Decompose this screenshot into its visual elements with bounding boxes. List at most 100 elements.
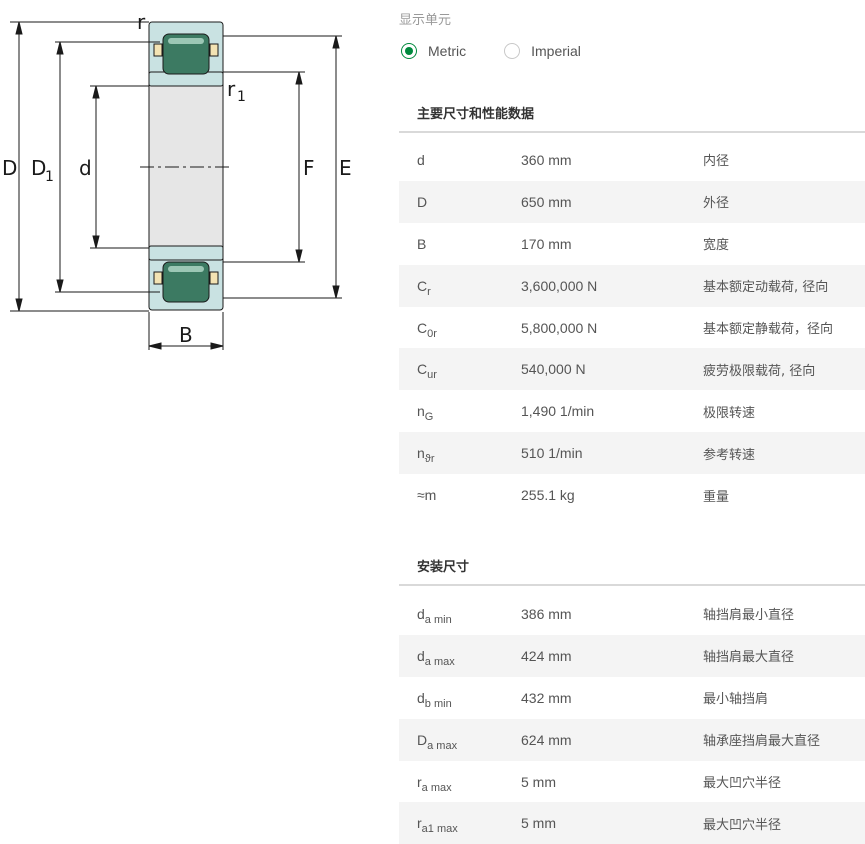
label-E: E xyxy=(339,156,352,180)
table-row: B 170 mm 宽度 xyxy=(399,223,865,265)
label-r1: r xyxy=(227,77,236,101)
symbol-subscript: a1 max xyxy=(421,823,458,836)
radio-checked-dot xyxy=(405,47,413,55)
description-cell: 内径 xyxy=(703,154,730,170)
label-B: B xyxy=(179,323,193,347)
description-cell: 基本额定静载荷，径向 xyxy=(703,322,834,337)
table-row: nG 1,490 1/min 极限转速 xyxy=(399,390,865,432)
symbol-cell: Da max xyxy=(399,731,521,752)
table-row: C0r 5,800,000 N 基本额定静载荷，径向 xyxy=(399,307,865,349)
cage-top-left xyxy=(153,43,163,57)
mount-dims-title: 安装尺寸 xyxy=(399,550,865,586)
symbol-cell: d xyxy=(399,152,521,168)
symbol-main: d xyxy=(417,647,425,664)
description-cell: 最大凹穴半径 xyxy=(703,776,782,791)
symbol-cell: C0r xyxy=(399,320,521,340)
symbol-cell: da max xyxy=(399,647,521,668)
symbol-subscript: G xyxy=(424,411,434,424)
description-cell: 轴承座挡肩最大直径 xyxy=(703,734,821,750)
unit-selector: Metric Imperial xyxy=(401,39,619,63)
symbol-main: d xyxy=(417,605,425,622)
roller-bottom-highlight xyxy=(168,266,204,272)
symbol-cell: nG xyxy=(399,403,521,423)
symbol-subscript: ϑr xyxy=(424,453,435,466)
radio-metric-circle[interactable] xyxy=(401,43,417,59)
bearing-cross-section: r r 1 D D 1 d F E B xyxy=(2,10,352,350)
table-row: ≈m 255.1 kg 重量 xyxy=(399,474,865,516)
symbol-cell: ≈m xyxy=(399,487,521,503)
label-D: D xyxy=(2,156,17,180)
symbol-main: D xyxy=(417,731,428,748)
radio-imperial-label[interactable]: Imperial xyxy=(531,43,581,59)
symbol-main: B xyxy=(417,235,427,252)
symbol-main: D xyxy=(417,193,428,210)
radio-imperial[interactable]: Imperial xyxy=(504,43,581,59)
value-cell: 5 mm xyxy=(521,773,556,790)
description-cell: 极限转速 xyxy=(703,405,756,421)
table-row: d 360 mm 内径 xyxy=(399,139,865,181)
label-r: r xyxy=(137,10,146,34)
label-F: F xyxy=(303,156,315,180)
table-row: da max 424 mm 轴挡肩最大直径 xyxy=(399,634,865,677)
description-cell: 轴挡肩最大直径 xyxy=(703,650,795,666)
value-cell: 540,000 N xyxy=(521,361,586,378)
symbol-cell: B xyxy=(399,236,521,252)
table-row: db min 432 mm 最小轴挡肩 xyxy=(399,677,865,719)
symbol-main: C xyxy=(417,361,428,378)
radio-imperial-circle[interactable] xyxy=(504,43,521,59)
value-cell: 624 mm xyxy=(521,731,572,748)
symbol-main: r xyxy=(417,773,422,790)
symbol-subscript: a max xyxy=(424,655,455,668)
table-row: da min 386 mm 轴挡肩最小直径 xyxy=(399,593,865,635)
description-cell: 参考转速 xyxy=(703,447,756,463)
symbol-subscript: 0r xyxy=(427,327,437,340)
symbol-subscript: a max xyxy=(421,781,452,794)
inner-ring-bottom xyxy=(148,245,224,261)
description-cell: 外径 xyxy=(703,196,730,212)
bearing-drawing: r r 1 D D 1 d F E B xyxy=(0,0,380,360)
value-cell: 360 mm xyxy=(521,151,572,168)
table-row: Da max 624 mm 轴承座挡肩最大直径 xyxy=(399,718,865,761)
symbol-main: r xyxy=(417,815,422,832)
symbol-cell: db min xyxy=(399,690,521,710)
value-cell: 5,800,000 N xyxy=(521,319,598,336)
main-dims-table: d 360 mm 内径 D 650 mm 外径 B 170 mm 宽度 Cr 3,600,000 N… xyxy=(399,139,865,516)
radio-metric[interactable]: Metric xyxy=(401,43,466,59)
table-row: nϑr 510 1/min 参考转速 xyxy=(399,432,865,475)
symbol-subscript: b min xyxy=(424,697,452,710)
value-cell: 5 mm xyxy=(521,815,556,832)
bore-area xyxy=(148,83,224,249)
value-cell: 432 mm xyxy=(521,689,572,706)
symbol-subscript: a max xyxy=(427,739,458,752)
description-cell: 最大凹穴半径 xyxy=(703,817,782,833)
value-cell: 510 1/min xyxy=(521,445,583,462)
value-cell: 3,600,000 N xyxy=(521,277,598,294)
symbol-main: n xyxy=(417,403,425,420)
radio-metric-label[interactable]: Metric xyxy=(428,43,466,59)
symbol-main: n xyxy=(417,445,425,462)
symbol-main: d xyxy=(417,151,425,168)
description-cell: 疲劳极限载荷, 径向 xyxy=(703,363,816,379)
symbol-main: C xyxy=(417,277,428,294)
main-dims-title: 主要尺寸和性能数据 xyxy=(399,97,865,133)
symbol-cell: Cur xyxy=(399,361,521,381)
label-r1-sub: 1 xyxy=(237,89,246,105)
mount-dims-table: da min 386 mm 轴挡肩最小直径 da max 424 mm 轴挡肩最大直径 db… xyxy=(399,593,865,844)
symbol-cell: D xyxy=(399,194,521,210)
cage-bottom-left xyxy=(153,271,163,285)
symbol-cell: nϑr xyxy=(399,445,521,465)
table-row: D 650 mm 外径 xyxy=(399,180,865,223)
symbol-subscript: a min xyxy=(424,613,452,626)
symbol-subscript: ur xyxy=(427,369,437,382)
symbol-cell: Cr xyxy=(399,277,521,298)
label-D1-sub: 1 xyxy=(45,169,54,185)
symbol-cell: da min xyxy=(399,605,521,626)
roller-top-highlight xyxy=(168,38,204,44)
table-row: ra max 5 mm 最大凹穴半径 xyxy=(399,761,865,803)
value-cell: 650 mm xyxy=(521,193,572,210)
table-row: Cr 3,600,000 N 基本额定动载荷, 径向 xyxy=(399,264,865,307)
unit-selector-title: 显示单元 xyxy=(399,13,452,28)
description-cell: 最小轴挡肩 xyxy=(703,692,769,708)
label-d: d xyxy=(79,156,92,180)
description-cell: 轴挡肩最小直径 xyxy=(703,608,795,624)
